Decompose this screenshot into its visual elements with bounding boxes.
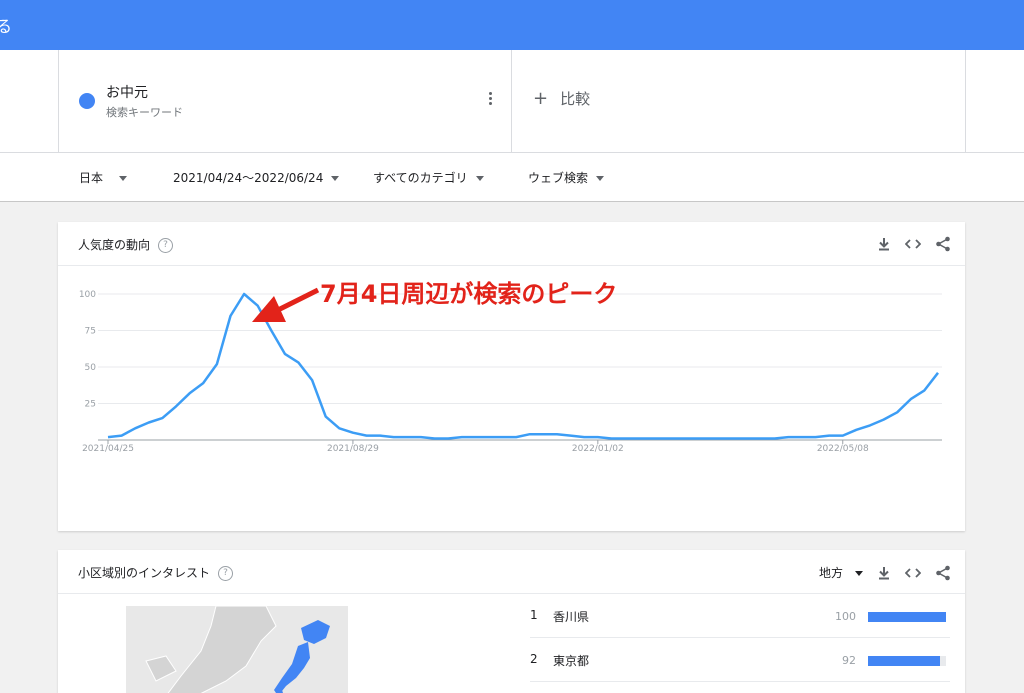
category-label: すべてのカテゴリ xyxy=(373,171,468,185)
date-range-filter[interactable]: 2021/04/24～2022/06/24 xyxy=(173,169,340,186)
value-bar-fill xyxy=(868,612,946,622)
compare-button[interactable]: + 比較 xyxy=(533,88,590,109)
help-icon[interactable]: ? xyxy=(218,566,234,581)
plus-icon: + xyxy=(533,88,549,109)
interest-by-subregion-card: 小区域別のインタレスト? 地方 1 香川県 100 2 東京都 92 xyxy=(58,550,965,693)
compare-label: 比較 xyxy=(560,90,591,108)
more-options-icon[interactable] xyxy=(483,92,497,110)
peak-annotation: 7月4日周辺が検索のピーク xyxy=(320,280,618,308)
value-bar xyxy=(868,612,946,622)
y-tick-label: 75 xyxy=(85,327,96,337)
region-filter[interactable]: 日本 xyxy=(79,169,128,186)
interest-by-subregion-title: 小区域別のインタレスト xyxy=(78,566,211,580)
value-bar xyxy=(868,656,946,666)
list-item[interactable]: 1 香川県 100 xyxy=(530,594,950,638)
japan-map-icon xyxy=(145,606,330,693)
embed-icon[interactable] xyxy=(905,237,921,251)
region-filter-label: 日本 xyxy=(79,171,104,185)
download-icon[interactable] xyxy=(877,566,891,580)
card-toolbar: 地方 xyxy=(819,564,951,581)
caret-down-icon xyxy=(855,571,863,576)
filter-bar: 日本 2021/04/24～2022/06/24 すべてのカテゴリ ウェブ検索 xyxy=(0,153,1024,202)
search-term-name[interactable]: お中元 xyxy=(106,82,148,102)
card-toolbar xyxy=(877,236,951,252)
compare-panel: お中元 検索キーワード + 比較 xyxy=(0,50,1024,153)
resolution-label: 地方 xyxy=(818,566,843,580)
y-tick-label: 100 xyxy=(79,290,96,300)
share-icon[interactable] xyxy=(935,565,951,581)
region-map[interactable] xyxy=(126,606,348,693)
rank: 2 xyxy=(530,652,538,666)
divider xyxy=(965,50,966,152)
subregion-list: 1 香川県 100 2 東京都 92 xyxy=(530,594,950,682)
date-range-label: 2021/04/24～2022/06/24 xyxy=(173,171,324,185)
x-tick-label: 2022/05/08 xyxy=(817,444,869,454)
y-tick-label: 50 xyxy=(85,363,97,373)
rank: 1 xyxy=(530,608,538,622)
term-color-dot xyxy=(79,93,95,109)
top-app-bar: る xyxy=(0,0,1024,50)
x-tick-label: 2021/04/25 xyxy=(82,444,134,454)
caret-down-icon xyxy=(331,176,340,181)
value-bar-fill xyxy=(868,656,940,666)
x-tick-label: 2022/01/02 xyxy=(572,444,624,454)
search-type-filter[interactable]: ウェブ検索 xyxy=(528,169,605,186)
download-icon[interactable] xyxy=(877,237,891,251)
interest-over-time-title: 人気度の動向 xyxy=(78,238,151,252)
search-term-type: 検索キーワード xyxy=(106,106,183,119)
app-bar-title-edge: る xyxy=(0,17,13,36)
help-icon[interactable]: ? xyxy=(158,238,174,253)
list-item[interactable]: 2 東京都 92 xyxy=(530,638,950,682)
card-title: 人気度の動向? xyxy=(78,236,174,253)
search-type-label: ウェブ検索 xyxy=(528,171,589,185)
annotation-arrow-icon xyxy=(252,287,320,322)
card-title: 小区域別のインタレスト? xyxy=(78,564,234,581)
category-filter[interactable]: すべてのカテゴリ xyxy=(373,169,484,186)
region-value: 100 xyxy=(835,610,856,623)
y-tick-label: 25 xyxy=(85,400,96,410)
caret-down-icon xyxy=(475,176,484,181)
share-icon[interactable] xyxy=(935,236,951,252)
embed-icon[interactable] xyxy=(905,566,921,580)
search-term-card[interactable]: お中元 検索キーワード xyxy=(58,50,512,152)
region-value: 92 xyxy=(842,654,856,667)
region-name: 香川県 xyxy=(553,610,590,624)
interest-over-time-card: 人気度の動向? 25 50 75 100 2021/04/25 2021/08/29 202… xyxy=(58,222,965,531)
caret-down-icon xyxy=(596,176,605,181)
series-line xyxy=(107,292,939,440)
region-name: 東京都 xyxy=(553,654,590,668)
resolution-select[interactable]: 地方 xyxy=(819,564,863,581)
x-tick-label: 2021/08/29 xyxy=(327,444,379,454)
caret-down-icon xyxy=(119,176,128,181)
